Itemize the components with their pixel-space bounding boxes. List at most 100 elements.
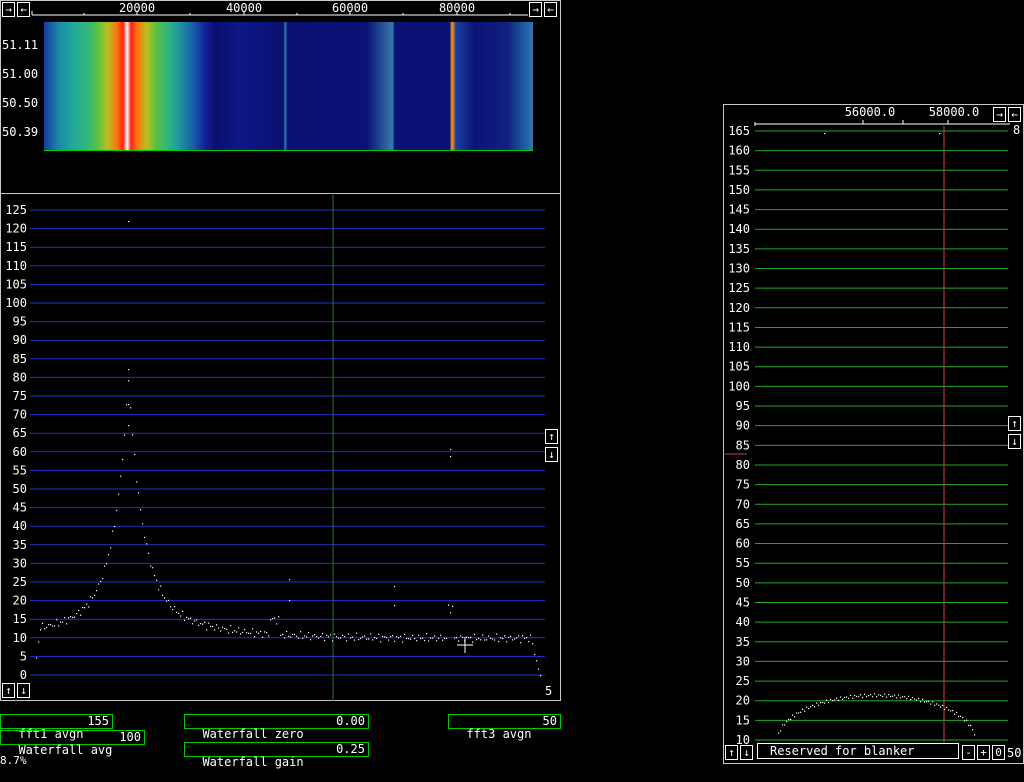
fft1-avgn-field[interactable]: fft1 avgn 155 bbox=[0, 714, 113, 741]
spectrum-point bbox=[52, 625, 54, 627]
baseband-point bbox=[830, 698, 832, 700]
baseband-chart[interactable]: 56000.0 58000.0 165160155150145140135130… bbox=[723, 104, 1024, 764]
freq-label-20000: 20000 bbox=[119, 1, 155, 15]
baseband-point bbox=[852, 697, 854, 699]
spectrum-y-label: 120 bbox=[5, 222, 27, 236]
baseband-point bbox=[824, 133, 826, 135]
blanker-label: Reserved for blanker bbox=[770, 744, 915, 758]
spectrum-point bbox=[392, 635, 394, 637]
baseband-point bbox=[896, 697, 898, 699]
baseband-point bbox=[842, 698, 844, 700]
baseband-scale-up-button[interactable]: ↑ bbox=[1008, 416, 1021, 431]
spectrum-y-label: 50 bbox=[13, 482, 27, 496]
baseband-point bbox=[922, 698, 924, 700]
spectrum-point bbox=[390, 636, 392, 638]
baseband-point bbox=[820, 702, 822, 704]
baseband-scale-down-button[interactable]: ↓ bbox=[1008, 434, 1021, 449]
spectrum-point bbox=[306, 636, 308, 638]
baseband-y-label: 135 bbox=[728, 242, 750, 256]
spectrum-point bbox=[512, 639, 514, 641]
baseband-y-label: 20 bbox=[736, 694, 750, 708]
spectrum-point bbox=[202, 623, 204, 625]
spectrum-point bbox=[318, 637, 320, 639]
baseband-point bbox=[894, 694, 896, 696]
spectrum-chart[interactable]: 1251201151101051009590858075706560555045… bbox=[0, 193, 561, 701]
baseband-scroll-right-button[interactable]: → bbox=[993, 107, 1006, 122]
waterfall-display[interactable] bbox=[44, 22, 533, 151]
baseband-y-label: 85 bbox=[736, 438, 750, 452]
baseband-y-label: 130 bbox=[728, 262, 750, 276]
spectrum-point bbox=[264, 631, 266, 633]
spectrum-y-label: 55 bbox=[13, 463, 27, 477]
blanker-box[interactable]: Reserved for blanker bbox=[757, 743, 959, 759]
baseband-point bbox=[892, 695, 894, 697]
spectrum-point bbox=[430, 637, 432, 639]
spectrum-point bbox=[528, 641, 530, 643]
spectrum-y-label: 85 bbox=[13, 352, 27, 366]
baseband-scroll-left-button[interactable]: ← bbox=[1008, 107, 1021, 122]
spectrum-point bbox=[370, 633, 372, 635]
waterfall-avg-field[interactable]: Waterfall avg 100 bbox=[0, 730, 145, 757]
spectrum-point bbox=[204, 621, 206, 623]
spectrum-point bbox=[406, 637, 408, 640]
spectrum-zoom-up-button[interactable]: ↑ bbox=[2, 683, 15, 698]
baseband-point bbox=[806, 706, 808, 708]
baseband-point bbox=[898, 694, 900, 696]
fft3-avgn-field[interactable]: fft3 avgn 50 bbox=[448, 714, 561, 741]
spectrum-scale-up-button[interactable]: ↑ bbox=[545, 429, 558, 444]
spectrum-point bbox=[506, 641, 508, 643]
spectrum-point bbox=[98, 583, 100, 585]
spectrum-point bbox=[334, 633, 336, 635]
spectrum-point bbox=[138, 492, 140, 494]
spectrum-point bbox=[336, 636, 338, 638]
spectrum-point bbox=[420, 637, 422, 640]
baseband-point bbox=[952, 709, 954, 712]
spectrum-point bbox=[328, 636, 330, 638]
baseband-point bbox=[836, 697, 838, 699]
spectrum-point bbox=[94, 594, 96, 596]
blanker-zero-button[interactable]: 0 bbox=[992, 745, 1005, 760]
baseband-zoom-up-button[interactable]: ↑ bbox=[725, 745, 738, 760]
baseband-y-label: 150 bbox=[728, 183, 750, 197]
spectrum-point bbox=[106, 563, 108, 565]
spectrum-point bbox=[310, 639, 312, 641]
baseband-point bbox=[970, 724, 972, 727]
spectrum-point bbox=[356, 632, 358, 634]
baseband-y-label: 50 bbox=[736, 576, 750, 590]
spectrum-point bbox=[124, 434, 126, 436]
waterfall-zero-field[interactable]: Waterfall zero 0.00 bbox=[184, 714, 369, 741]
baseband-freq-label: 58000.0 bbox=[929, 105, 980, 119]
spectrum-point bbox=[494, 639, 496, 641]
spectrum-point bbox=[128, 380, 130, 382]
baseband-y-label: 30 bbox=[736, 654, 750, 668]
spectrum-point bbox=[508, 636, 510, 638]
spectrum-point bbox=[416, 640, 418, 642]
baseband-zoom-down-button[interactable]: ↓ bbox=[740, 745, 753, 760]
waterfall-gain-field[interactable]: Waterfall gain 0.25 bbox=[184, 742, 369, 769]
blanker-plus-button[interactable]: + bbox=[977, 745, 990, 760]
spectrum-zoom-down-button[interactable]: ↓ bbox=[17, 683, 30, 698]
baseband-point bbox=[844, 696, 846, 699]
spectrum-point bbox=[396, 635, 398, 638]
spectrum-point bbox=[450, 612, 452, 614]
spectrum-point bbox=[450, 449, 452, 451]
spectrum-y-label: 30 bbox=[13, 556, 27, 570]
minus-icon: - bbox=[965, 746, 972, 759]
blanker-minus-button[interactable]: - bbox=[962, 745, 975, 760]
baseband-point bbox=[862, 696, 864, 699]
spectrum-y-label: 15 bbox=[13, 612, 27, 626]
baseband-point bbox=[884, 693, 886, 695]
spectrum-point bbox=[458, 640, 460, 642]
spectrum-point bbox=[516, 637, 518, 639]
spectrum-point bbox=[394, 605, 396, 607]
spectrum-point bbox=[220, 630, 222, 632]
spectrum-point bbox=[424, 639, 426, 642]
spectrum-point bbox=[218, 627, 220, 629]
spectrum-scale-down-button[interactable]: ↓ bbox=[545, 447, 558, 462]
baseband-point bbox=[902, 696, 904, 698]
spectrum-point bbox=[534, 653, 536, 656]
spectrum-point bbox=[498, 641, 500, 643]
baseband-y-label: 160 bbox=[728, 144, 750, 158]
down-arrow-icon: ↓ bbox=[1011, 435, 1018, 448]
spectrum-point bbox=[154, 575, 156, 577]
